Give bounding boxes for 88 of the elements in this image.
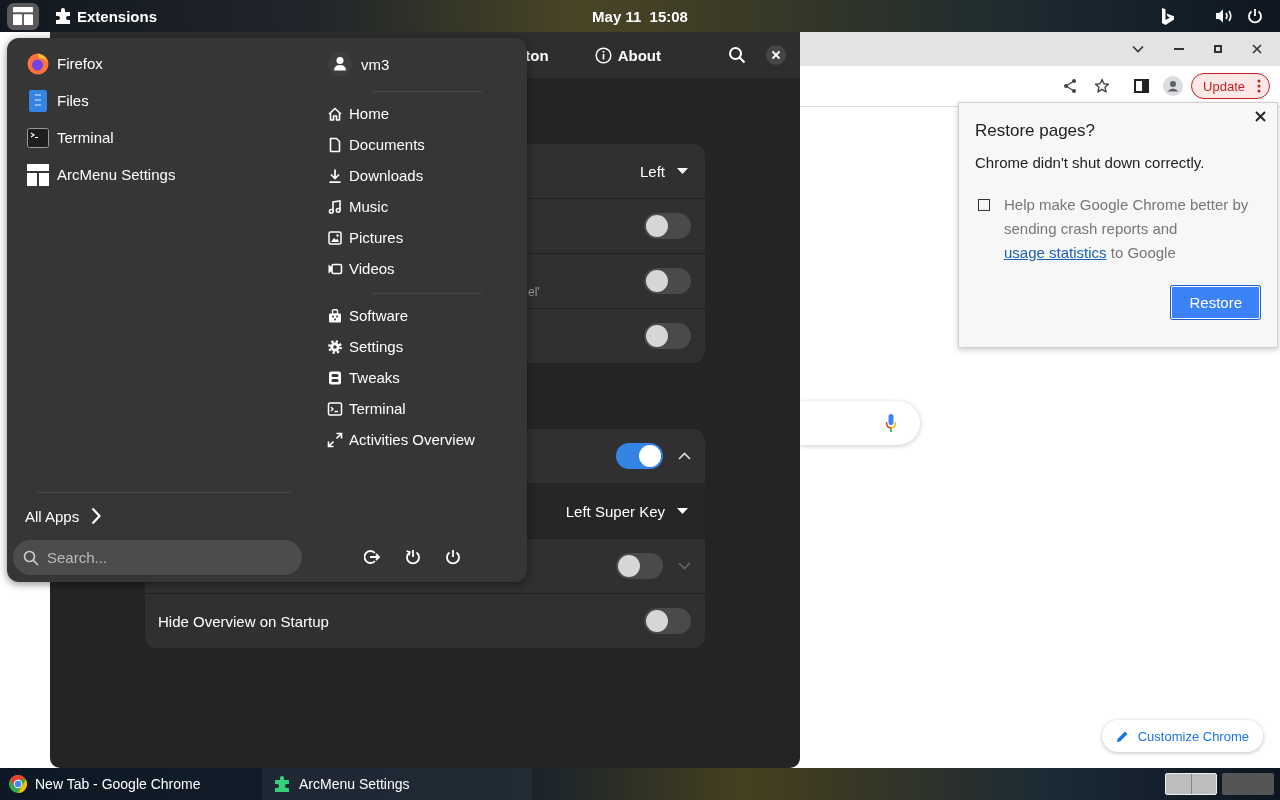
place-item[interactable]: Documents (319, 129, 499, 160)
house-icon (327, 105, 343, 122)
arcmenu-button[interactable] (7, 2, 39, 30)
place-item[interactable]: Pictures (319, 222, 499, 253)
bing-logo-icon[interactable] (1161, 7, 1175, 25)
consent-checkbox[interactable] (978, 199, 990, 211)
customize-chrome-button[interactable]: Customize Chrome (1101, 720, 1263, 752)
layout-icon (26, 162, 50, 187)
search-icon (23, 550, 39, 566)
star-icon[interactable] (1094, 78, 1111, 94)
chrome-logo-icon (8, 774, 28, 794)
app-item[interactable]: ArcMenu Settings (13, 156, 293, 193)
document-icon (327, 136, 343, 153)
close-button[interactable] (766, 45, 786, 65)
chevron-up-icon[interactable] (678, 452, 691, 460)
app-item[interactable]: Firefox (13, 45, 293, 82)
bag-icon (327, 307, 343, 324)
caret-icon (677, 508, 688, 514)
share-icon[interactable] (1062, 78, 1079, 94)
app-item[interactable]: Files (13, 82, 293, 119)
picture-icon (327, 229, 343, 246)
restart-icon[interactable] (404, 549, 421, 565)
side-panel-icon[interactable] (1134, 79, 1150, 93)
search-icon[interactable] (728, 46, 746, 64)
shortcut-item[interactable]: Software (319, 300, 499, 331)
log-out-icon[interactable] (363, 549, 381, 565)
row-title: Hide Overview on Startup (158, 612, 329, 630)
close-icon[interactable] (1252, 44, 1262, 54)
toggle-switch[interactable] (644, 323, 691, 349)
expand-arrows-icon (327, 431, 343, 448)
dialog-title: Restore pages? (975, 121, 1097, 141)
music-note-icon (327, 198, 343, 215)
close-icon[interactable] (1255, 111, 1266, 122)
maximize-icon[interactable] (1214, 45, 1222, 53)
search-field[interactable]: Search... (13, 540, 302, 575)
toggle-switch[interactable] (644, 213, 691, 239)
toggle-switch[interactable] (616, 443, 663, 469)
caret-icon (677, 168, 688, 174)
terminal-app-icon (26, 125, 50, 150)
microphone-icon[interactable] (885, 413, 897, 433)
dropdown-button[interactable]: Left (639, 162, 691, 180)
profile-icon[interactable] (1163, 76, 1184, 96)
search-field[interactable] (800, 401, 920, 445)
all-apps-button[interactable]: All Apps (13, 498, 123, 534)
place-item[interactable]: Home (319, 98, 499, 129)
fox-logo-icon (26, 51, 50, 76)
terminal-icon (327, 400, 343, 417)
download-icon (327, 167, 343, 184)
pencil-icon (1115, 729, 1129, 743)
folder-file-icon (26, 88, 50, 113)
consent-text: Help make Google Chrome better by sending crash reports and usage statistics to Google (1004, 195, 1250, 263)
toggle-switch[interactable] (644, 268, 691, 294)
power-icon[interactable] (1247, 8, 1263, 24)
shortcut-item[interactable]: Terminal (319, 393, 499, 424)
dropdown-button[interactable]: Left Super Key (565, 502, 691, 520)
power-icon[interactable] (444, 549, 461, 565)
clock-button[interactable]: May 11 15:08 (592, 7, 688, 25)
update-button[interactable]: Update (1191, 73, 1270, 99)
user-item[interactable]: vm3 (319, 46, 419, 82)
gear-icon (327, 338, 343, 355)
workspace-thumbnail[interactable] (1165, 773, 1217, 795)
more-icon (1257, 79, 1261, 93)
chevron-down-icon[interactable] (1132, 45, 1144, 53)
user-avatar-icon (328, 52, 352, 76)
chevron-right-icon (91, 507, 102, 525)
place-item[interactable]: Music (319, 191, 499, 222)
shortcut-item[interactable]: Settings (319, 331, 499, 362)
info-icon (594, 46, 612, 64)
puzzle-piece-icon (55, 8, 71, 24)
row-subtitle: el' (528, 285, 540, 301)
toggle-switch[interactable] (616, 553, 663, 579)
toggles-icon (327, 369, 343, 386)
place-item[interactable]: Videos (319, 253, 499, 284)
shortcut-item[interactable]: Activities Overview (319, 424, 499, 455)
usage-statistics-link[interactable]: usage statistics (1004, 244, 1107, 261)
restore-button[interactable]: Restore (1170, 285, 1261, 320)
taskbar-window-button[interactable]: New Tab - Google Chrome (0, 768, 262, 800)
app-menu-button[interactable]: Extensions (55, 7, 158, 25)
taskbar-window-button[interactable]: ArcMenu Settings (262, 768, 532, 800)
close-icon (771, 50, 781, 60)
toggle-switch[interactable] (644, 608, 691, 634)
workspace-thumbnail[interactable] (1222, 773, 1274, 795)
app-item[interactable]: Terminal (13, 119, 293, 156)
place-item[interactable]: Downloads (319, 160, 499, 191)
header-tab[interactable]: About (594, 46, 661, 64)
dialog-message: Chrome didn't shut down correctly. (975, 154, 1206, 171)
puzzle-piece-icon (272, 774, 292, 794)
shortcut-item[interactable]: Tweaks (319, 362, 499, 393)
